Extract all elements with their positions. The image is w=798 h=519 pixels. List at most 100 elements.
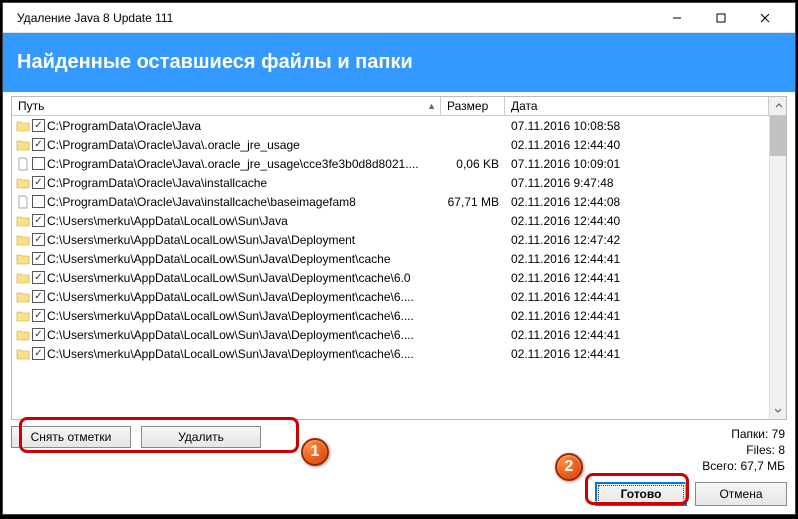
cell-path: C:\Users\merku\AppData\LocalLow\Sun\Java…: [12, 271, 441, 285]
row-path-text: C:\ProgramData\Oracle\Java: [47, 119, 201, 133]
maximize-button[interactable]: [699, 4, 743, 32]
row-checkbox[interactable]: [32, 176, 45, 189]
row-checkbox[interactable]: [32, 252, 45, 265]
folder-icon: [16, 272, 30, 284]
column-header-path[interactable]: Путь ▲: [12, 97, 441, 115]
folder-icon: [16, 234, 30, 246]
row-checkbox[interactable]: [32, 138, 45, 151]
folder-icon: [16, 177, 30, 189]
table-body: C:\ProgramData\Oracle\Java 07.11.2016 10:…: [12, 116, 786, 419]
row-checkbox[interactable]: [32, 271, 45, 284]
row-checkbox[interactable]: [32, 119, 45, 132]
row-path-text: C:\Users\merku\AppData\LocalLow\Sun\Java…: [47, 271, 411, 285]
row-checkbox[interactable]: [32, 214, 45, 227]
cell-date: 02.11.2016 12:44:41: [505, 328, 769, 342]
row-path-text: C:\Users\merku\AppData\LocalLow\Sun\Java…: [47, 328, 414, 342]
maximize-icon: [716, 13, 726, 23]
folder-icon: [16, 139, 30, 151]
cell-path: C:\ProgramData\Oracle\Java\.oracle_jre_u…: [12, 138, 441, 152]
row-checkbox[interactable]: [32, 233, 45, 246]
sort-indicator-icon: ▲: [427, 101, 436, 111]
stat-folders-value: 79: [772, 427, 785, 441]
folder-icon: [16, 120, 30, 132]
row-path-text: C:\Users\merku\AppData\LocalLow\Sun\Java…: [47, 290, 414, 304]
cell-date: 02.11.2016 12:44:40: [505, 138, 769, 152]
table-row[interactable]: C:\Users\merku\AppData\LocalLow\Sun\Java…: [12, 211, 769, 230]
cell-path: C:\ProgramData\Oracle\Java\installcache: [12, 176, 441, 190]
scroll-down-button[interactable]: [770, 402, 786, 419]
table-row[interactable]: C:\Users\merku\AppData\LocalLow\Sun\Java…: [12, 306, 769, 325]
row-checkbox[interactable]: [32, 157, 45, 170]
row-path-text: C:\ProgramData\Oracle\Java\.oracle_jre_u…: [47, 138, 300, 152]
cell-date: 02.11.2016 12:44:40: [505, 214, 769, 228]
stat-folders-label: Папки:: [731, 427, 768, 441]
row-path-text: C:\Users\merku\AppData\LocalLow\Sun\Java…: [47, 347, 414, 361]
dialog-window: Удаление Java 8 Update 111 Найденные ост…: [2, 2, 796, 515]
column-header-size[interactable]: Размер: [441, 97, 505, 115]
column-header-date[interactable]: Дата: [505, 97, 769, 115]
table-row[interactable]: C:\ProgramData\Oracle\Java 07.11.2016 10:…: [12, 116, 769, 135]
table-row[interactable]: C:\ProgramData\Oracle\Java\installcache 0…: [12, 173, 769, 192]
cell-size: 0,06 KB: [441, 157, 505, 171]
done-button[interactable]: Готово: [595, 482, 687, 506]
table-row[interactable]: C:\Users\merku\AppData\LocalLow\Sun\Java…: [12, 230, 769, 249]
cell-date: 02.11.2016 12:44:41: [505, 309, 769, 323]
row-checkbox[interactable]: [32, 309, 45, 322]
scroll-corner: [769, 97, 786, 115]
cell-date: 07.11.2016 10:09:01: [505, 157, 769, 171]
cell-date: 07.11.2016 10:08:58: [505, 119, 769, 133]
titlebar: Удаление Java 8 Update 111: [3, 3, 795, 33]
chevron-up-icon: [775, 102, 783, 110]
minimize-icon: [672, 13, 682, 23]
row-checkbox[interactable]: [32, 290, 45, 303]
table-row[interactable]: C:\ProgramData\Oracle\Java\.oracle_jre_u…: [12, 154, 769, 173]
cell-path: C:\ProgramData\Oracle\Java\.oracle_jre_u…: [12, 157, 441, 171]
cell-date: 02.11.2016 12:44:41: [505, 271, 769, 285]
cell-size: 67,71 MB: [441, 195, 505, 209]
scrollbar-thumb[interactable]: [770, 116, 786, 156]
cell-path: C:\Users\merku\AppData\LocalLow\Sun\Java…: [12, 328, 441, 342]
row-path-text: C:\Users\merku\AppData\LocalLow\Sun\Java…: [47, 233, 355, 247]
table-row[interactable]: C:\Users\merku\AppData\LocalLow\Sun\Java…: [12, 325, 769, 344]
folder-icon: [16, 348, 30, 360]
close-icon: [760, 13, 770, 23]
uncheck-all-button[interactable]: Снять отметки: [11, 426, 131, 448]
stat-total-label: Всего:: [702, 459, 737, 473]
table-row[interactable]: C:\Users\merku\AppData\LocalLow\Sun\Java…: [12, 249, 769, 268]
row-path-text: C:\Users\merku\AppData\LocalLow\Sun\Java…: [47, 309, 414, 323]
table-row[interactable]: C:\Users\merku\AppData\LocalLow\Sun\Java…: [12, 287, 769, 306]
banner-heading: Найденные оставшиеся файлы и папки: [3, 33, 795, 92]
stat-total-value: 67,7 МБ: [740, 459, 785, 473]
row-checkbox[interactable]: [32, 195, 45, 208]
table-row[interactable]: C:\ProgramData\Oracle\Java\installcache\…: [12, 192, 769, 211]
table-row[interactable]: C:\ProgramData\Oracle\Java\.oracle_jre_u…: [12, 135, 769, 154]
file-icon: [16, 157, 30, 171]
stat-files-label: Files:: [746, 443, 775, 457]
cancel-button[interactable]: Отмена: [695, 482, 787, 506]
minimize-button[interactable]: [655, 4, 699, 32]
row-path-text: C:\ProgramData\Oracle\Java\.oracle_jre_u…: [47, 157, 419, 171]
chevron-down-icon: [774, 407, 782, 415]
delete-button[interactable]: Удалить: [141, 426, 261, 448]
cell-date: 07.11.2016 9:47:48: [505, 176, 769, 190]
file-table: Путь ▲ Размер Дата C:\ProgramData\Oracle…: [11, 96, 787, 420]
table-row[interactable]: C:\Users\merku\AppData\LocalLow\Sun\Java…: [12, 268, 769, 287]
window-title: Удаление Java 8 Update 111: [11, 11, 655, 25]
bottom-row-dialog-buttons: Готово Отмена: [11, 478, 787, 506]
vertical-scrollbar[interactable]: [769, 116, 786, 419]
row-checkbox[interactable]: [32, 328, 45, 341]
row-path-text: C:\ProgramData\Oracle\Java\installcache: [47, 176, 267, 190]
cell-path: C:\Users\merku\AppData\LocalLow\Sun\Java…: [12, 233, 441, 247]
scrollbar-track[interactable]: [770, 156, 786, 402]
window-controls: [655, 4, 787, 32]
cell-date: 02.11.2016 12:47:42: [505, 233, 769, 247]
cell-date: 02.11.2016 12:44:41: [505, 347, 769, 361]
cell-path: C:\Users\merku\AppData\LocalLow\Sun\Java…: [12, 309, 441, 323]
table-row[interactable]: C:\Users\merku\AppData\LocalLow\Sun\Java…: [12, 344, 769, 363]
close-button[interactable]: [743, 4, 787, 32]
cell-date: 02.11.2016 12:44:41: [505, 252, 769, 266]
file-icon: [16, 195, 30, 209]
row-checkbox[interactable]: [32, 347, 45, 360]
cell-path: C:\Users\merku\AppData\LocalLow\Sun\Java…: [12, 290, 441, 304]
cell-path: C:\Users\merku\AppData\LocalLow\Sun\Java…: [12, 347, 441, 361]
